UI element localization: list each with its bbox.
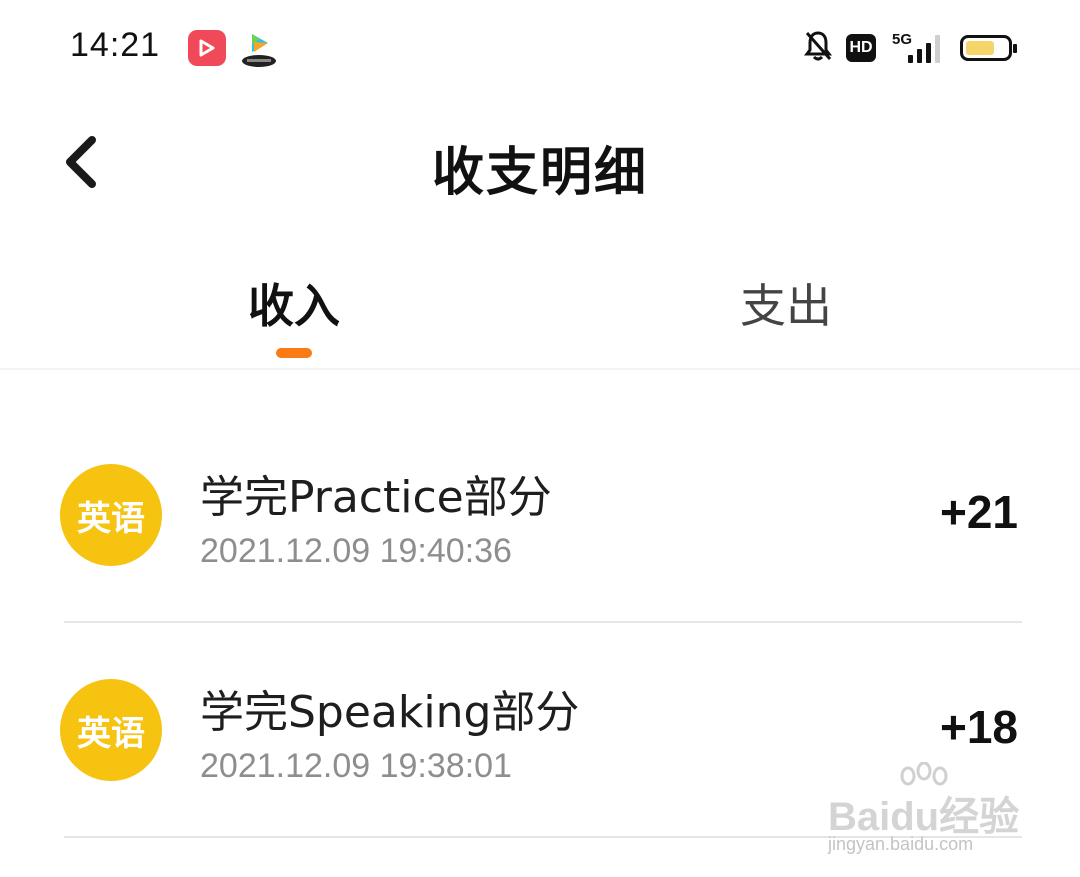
status-bar: 14:21 HD 5G bbox=[0, 0, 1080, 95]
video-app-icon bbox=[188, 30, 226, 66]
network-label: 5G bbox=[892, 31, 913, 48]
battery-icon bbox=[960, 35, 1017, 61]
transaction-amount: +21 bbox=[939, 486, 1018, 538]
hd-icon: HD bbox=[846, 34, 876, 62]
page-title: 收支明细 bbox=[431, 143, 648, 203]
baidu-watermark: Baidu经验 jingyan.baidu.com bbox=[826, 762, 1026, 862]
transaction-time: 2021.12.09 19:38:01 bbox=[200, 747, 512, 785]
battery-level bbox=[966, 41, 994, 55]
subject-avatar: 英语 bbox=[60, 464, 162, 566]
transaction-amount: +18 bbox=[939, 701, 1018, 753]
transaction-title: 学完Speaking部分 bbox=[200, 687, 580, 738]
status-time: 14:21 bbox=[70, 26, 161, 64]
tab-expense[interactable]: 支出 bbox=[686, 270, 886, 336]
transaction-row[interactable]: 英语 学完Practice部分 2021.12.09 19:40:36 +21 bbox=[0, 405, 1080, 620]
tab-income[interactable]: 收入 bbox=[194, 270, 394, 336]
tv-app-icon bbox=[240, 30, 278, 68]
transaction-time: 2021.12.09 19:40:36 bbox=[200, 532, 512, 570]
subject-avatar: 英语 bbox=[60, 679, 162, 781]
tab-divider bbox=[0, 368, 1080, 370]
signal-icon: 5G bbox=[890, 31, 946, 65]
watermark-url: jingyan.baidu.com bbox=[828, 834, 974, 854]
transaction-title: 学完Practice部分 bbox=[200, 472, 552, 523]
status-icons: HD 5G bbox=[804, 30, 1017, 66]
active-tab-indicator bbox=[276, 348, 312, 358]
bell-muted-icon bbox=[804, 30, 832, 66]
